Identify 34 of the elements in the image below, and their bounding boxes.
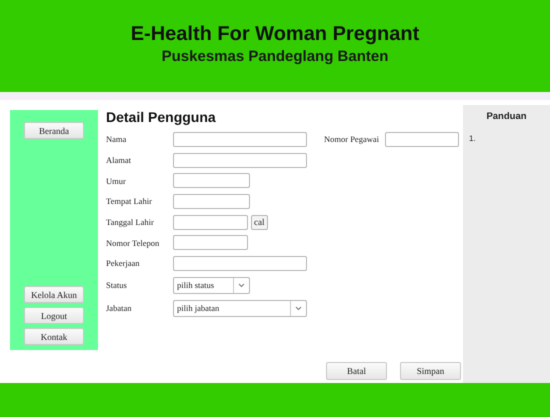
input-field[interactable] bbox=[173, 256, 307, 271]
field-label: Jabatan bbox=[106, 303, 132, 314]
nav-button[interactable]: Logout bbox=[24, 307, 84, 324]
field-label: Umur bbox=[106, 176, 127, 186]
app-title: E-Health For Woman Pregnant bbox=[130, 23, 420, 46]
field-label: Tempat Lahir bbox=[106, 196, 153, 206]
input-field[interactable] bbox=[173, 173, 250, 188]
form-title: Detail Pengguna bbox=[106, 109, 217, 125]
field-label: Nomor Telepon bbox=[106, 238, 160, 248]
select-field[interactable]: pilih jabatan bbox=[173, 300, 307, 317]
panel-title: Panduan bbox=[485, 110, 528, 122]
nav-button[interactable]: Kelola Akun bbox=[24, 286, 84, 303]
list-item: 1. bbox=[469, 134, 477, 143]
input-field[interactable] bbox=[173, 194, 250, 209]
form-button[interactable]: Batal bbox=[326, 362, 387, 380]
select-field[interactable]: pilih status bbox=[173, 276, 250, 294]
input-field[interactable] bbox=[385, 132, 459, 147]
field-label: Tanggal Lahir bbox=[106, 217, 155, 228]
app-subtitle: Puskesmas Pandeglang Banten bbox=[162, 48, 388, 65]
field-label: Status bbox=[106, 280, 128, 290]
field-label: Nomor Pegawai bbox=[324, 134, 380, 144]
input-field[interactable] bbox=[173, 214, 248, 230]
field-label: Alamat bbox=[106, 155, 132, 166]
field-label: Pekerjaan bbox=[106, 258, 141, 268]
chevron-down-icon bbox=[295, 306, 302, 311]
field-label: Nama bbox=[106, 134, 128, 144]
form-button[interactable]: Simpan bbox=[400, 362, 461, 380]
input-field[interactable] bbox=[173, 152, 307, 168]
input-field[interactable] bbox=[173, 235, 248, 250]
input-field[interactable] bbox=[173, 132, 307, 147]
nav-button[interactable]: Beranda bbox=[24, 122, 84, 139]
calendar-button[interactable]: cal bbox=[251, 214, 268, 230]
nav-button[interactable]: Kontak bbox=[24, 328, 84, 345]
chevron-down-icon bbox=[238, 282, 245, 288]
